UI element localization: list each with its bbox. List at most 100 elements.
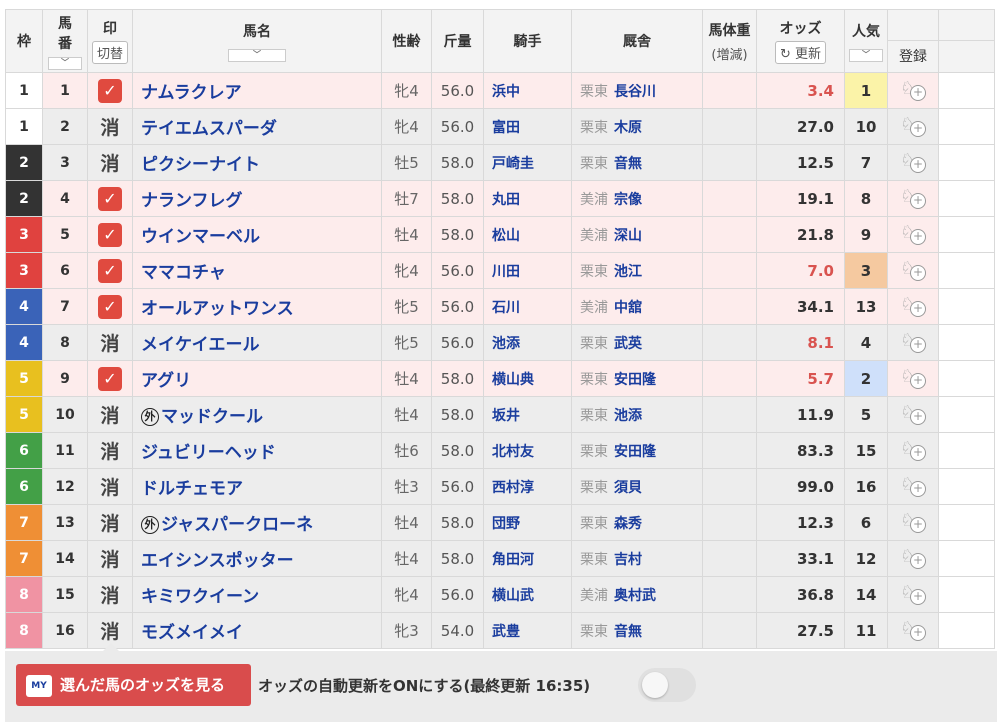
trainer-link[interactable]: 安田隆 bbox=[614, 372, 656, 388]
horse-name-cell[interactable]: ジュビリーヘッド bbox=[132, 432, 382, 469]
horse-name-cell[interactable]: テイエムスパーダ bbox=[132, 108, 382, 145]
mark-delete-label[interactable]: 消 bbox=[100, 477, 119, 499]
jockey-link[interactable]: 角田河 bbox=[492, 552, 534, 568]
register-cell[interactable]: ♘ + bbox=[887, 180, 939, 217]
trainer-link[interactable]: 音無 bbox=[614, 624, 642, 640]
mark-cell[interactable]: ✓ bbox=[87, 180, 133, 217]
horse-name-link[interactable]: ピクシーナイト bbox=[141, 155, 260, 175]
odds-refresh-button[interactable]: ↻ 更新 bbox=[774, 41, 827, 64]
register-cell[interactable]: ♘ + bbox=[887, 252, 939, 289]
jockey-link[interactable]: 武豊 bbox=[492, 624, 520, 640]
register-cell[interactable]: ♘ + bbox=[887, 576, 939, 613]
register-cell[interactable]: ♘ + bbox=[887, 468, 939, 505]
jockey-link[interactable]: 富田 bbox=[492, 120, 520, 136]
sort-ninki-chevron-icon[interactable]: ﹀ bbox=[849, 48, 883, 62]
horse-name-cell[interactable]: ウインマーベル bbox=[132, 216, 382, 253]
trainer-link[interactable]: 安田隆 bbox=[614, 444, 656, 460]
horse-name-cell[interactable]: ナランフレグ bbox=[132, 180, 382, 217]
register-horse-icon[interactable]: ♘ + bbox=[900, 618, 926, 641]
register-cell[interactable]: ♘ + bbox=[887, 108, 939, 145]
jockey-link[interactable]: 横山武 bbox=[492, 588, 534, 604]
register-horse-icon[interactable]: ♘ + bbox=[900, 582, 926, 605]
horse-row[interactable]: 7 13 消外ジャスパークローネ 牡4 58.0 団野 栗東 森秀 12.3 6 ♘ + bbox=[5, 504, 995, 541]
horse-name-cell[interactable]: キミワクイーン bbox=[132, 576, 382, 613]
mark-cell[interactable]: ✓ bbox=[87, 216, 133, 253]
register-horse-icon[interactable]: ♘ + bbox=[900, 546, 926, 569]
register-horse-icon[interactable]: ♘ + bbox=[900, 222, 926, 245]
horse-name-cell[interactable]: アグリ bbox=[132, 360, 382, 397]
mark-delete-label[interactable]: 消 bbox=[100, 621, 119, 643]
mark-cell[interactable]: 消 bbox=[87, 468, 133, 505]
mark-cell[interactable]: 消 bbox=[87, 576, 133, 613]
jockey-link[interactable]: 石川 bbox=[492, 300, 520, 316]
jockey-link[interactable]: 西村淳 bbox=[492, 480, 534, 496]
trainer-link[interactable]: 中舘 bbox=[614, 300, 642, 316]
horse-name-link[interactable]: マッドクール bbox=[161, 407, 263, 427]
horse-row[interactable]: 4 7 ✓ オールアットワンス 牝5 56.0 石川 美浦 中舘 34.1 13 ♘ + bbox=[5, 288, 995, 325]
horse-name-link[interactable]: ジュビリーヘッド bbox=[141, 443, 276, 463]
mark-cell[interactable]: 消 bbox=[87, 108, 133, 145]
register-cell[interactable]: ♘ + bbox=[887, 324, 939, 361]
horse-name-link[interactable]: アグリ bbox=[141, 371, 191, 391]
sort-umaban-chevron-icon[interactable]: ﹀ bbox=[48, 56, 82, 70]
trainer-link[interactable]: 森秀 bbox=[614, 516, 642, 532]
horse-row[interactable]: 3 5 ✓ ウインマーベル 牡4 58.0 松山 美浦 深山 21.8 9 ♘ + bbox=[5, 216, 995, 253]
horse-name-cell[interactable]: オールアットワンス bbox=[132, 288, 382, 325]
mark-cell[interactable]: 消 bbox=[87, 432, 133, 469]
horse-row[interactable]: 6 12 消 ドルチェモア 牡3 56.0 西村淳 栗東 須貝 99.0 16 ♘ + bbox=[5, 468, 995, 505]
mark-toggle-button[interactable]: 切替 bbox=[91, 41, 128, 64]
register-horse-icon[interactable]: ♘ + bbox=[900, 114, 926, 137]
trainer-link[interactable]: 宗像 bbox=[614, 192, 642, 208]
horse-row[interactable]: 5 10 消外マッドクール 牡4 58.0 坂井 栗東 池添 11.9 5 ♘ + bbox=[5, 396, 995, 433]
jockey-link[interactable]: 北村友 bbox=[492, 444, 534, 460]
mark-cell[interactable]: 消 bbox=[87, 540, 133, 577]
horse-row[interactable]: 6 11 消 ジュビリーヘッド 牡6 58.0 北村友 栗東 安田隆 83.3 15 ♘ + bbox=[5, 432, 995, 469]
horse-name-cell[interactable]: ドルチェモア bbox=[132, 468, 382, 505]
horse-name-cell[interactable]: モズメイメイ bbox=[132, 612, 382, 649]
mark-delete-label[interactable]: 消 bbox=[100, 585, 119, 607]
register-cell[interactable]: ♘ + bbox=[887, 540, 939, 577]
trainer-link[interactable]: 木原 bbox=[614, 120, 642, 136]
check-icon[interactable]: ✓ bbox=[98, 78, 122, 103]
trainer-link[interactable]: 池添 bbox=[614, 408, 642, 424]
mark-delete-label[interactable]: 消 bbox=[100, 513, 119, 535]
register-cell[interactable]: ♘ + bbox=[887, 612, 939, 649]
jockey-link[interactable]: 浜中 bbox=[492, 84, 520, 100]
mark-delete-label[interactable]: 消 bbox=[100, 549, 119, 571]
register-horse-icon[interactable]: ♘ + bbox=[900, 258, 926, 281]
register-cell[interactable]: ♘ + bbox=[887, 504, 939, 541]
jockey-link[interactable]: 横山典 bbox=[492, 372, 534, 388]
horse-row[interactable]: 3 6 ✓ ママコチャ 牝4 56.0 川田 栗東 池江 7.0 3 ♘ + bbox=[5, 252, 995, 289]
auto-update-toggle[interactable] bbox=[638, 668, 696, 702]
register-horse-icon[interactable]: ♘ + bbox=[900, 186, 926, 209]
horse-row[interactable]: 5 9 ✓ アグリ 牡4 58.0 横山典 栗東 安田隆 5.7 2 ♘ + bbox=[5, 360, 995, 397]
mark-cell[interactable]: 消 bbox=[87, 144, 133, 181]
mark-cell[interactable]: 消 bbox=[87, 396, 133, 433]
trainer-link[interactable]: 池江 bbox=[614, 264, 642, 280]
horse-row[interactable]: 8 16 消 モズメイメイ 牝3 54.0 武豊 栗東 音無 27.5 11 ♘ + bbox=[5, 612, 995, 649]
mark-delete-label[interactable]: 消 bbox=[100, 441, 119, 463]
register-horse-icon[interactable]: ♘ + bbox=[900, 330, 926, 353]
mark-cell[interactable]: ✓ bbox=[87, 252, 133, 289]
mark-cell[interactable]: ✓ bbox=[87, 72, 133, 109]
horse-name-link[interactable]: ママコチャ bbox=[141, 263, 226, 283]
jockey-link[interactable]: 戸崎圭 bbox=[492, 156, 534, 172]
horse-row[interactable]: 4 8 消メイケイエール 牝5 56.0 池添 栗東 武英 8.1 4 ♘ + bbox=[5, 324, 995, 361]
jockey-link[interactable]: 坂井 bbox=[492, 408, 520, 424]
register-horse-icon[interactable]: ♘ + bbox=[900, 402, 926, 425]
mark-cell[interactable]: ✓ bbox=[87, 360, 133, 397]
jockey-link[interactable]: 松山 bbox=[492, 228, 520, 244]
check-icon[interactable]: ✓ bbox=[98, 258, 122, 283]
horse-row[interactable]: 1 1 ✓ ナムラクレア 牝4 56.0 浜中 栗東 長谷川 3.4 1 ♘ + bbox=[5, 72, 995, 109]
horse-name-cell[interactable]: ママコチャ bbox=[132, 252, 382, 289]
horse-name-cell[interactable]: 外ジャスパークローネ bbox=[132, 504, 382, 541]
jockey-link[interactable]: 池添 bbox=[492, 336, 520, 352]
register-horse-icon[interactable]: ♘ + bbox=[900, 366, 926, 389]
mark-delete-label[interactable]: 消 bbox=[100, 405, 119, 427]
check-icon[interactable]: ✓ bbox=[98, 222, 122, 247]
horse-name-link[interactable]: メイケイエール bbox=[141, 335, 260, 355]
mark-delete-label[interactable]: 消 bbox=[100, 117, 119, 139]
horse-name-link[interactable]: ドルチェモア bbox=[141, 479, 243, 499]
horse-name-link[interactable]: テイエムスパーダ bbox=[141, 119, 277, 139]
register-horse-icon[interactable]: ♘ + bbox=[900, 474, 926, 497]
